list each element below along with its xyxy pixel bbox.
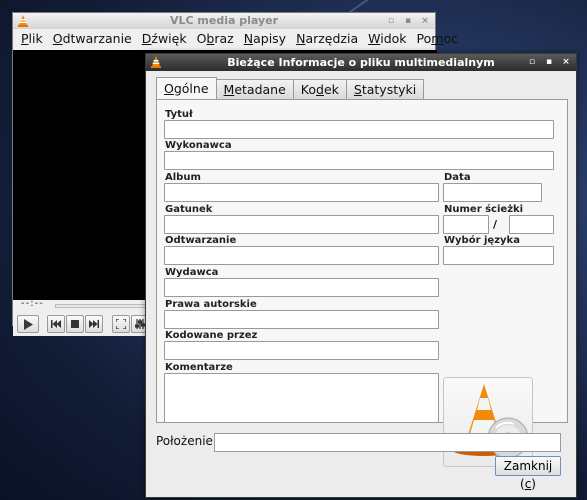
track-separator: / <box>493 218 498 231</box>
language-field[interactable] <box>443 246 554 265</box>
dialog-titlebar[interactable]: Bieżące Informacje o pliku multimedialny… <box>146 54 576 71</box>
main-menubar: Plik Odtwarzanie Dźwięk Obraz Napisy Nar… <box>13 29 458 49</box>
now-playing-label: Odtwarzanie <box>165 235 237 246</box>
menu-plik-mnemonic: P <box>21 31 29 46</box>
menu-obraz-pre: O <box>196 31 207 46</box>
close-button[interactable]: Zamknij (c) <box>495 456 561 491</box>
menu-obraz[interactable]: Obraz <box>192 29 239 49</box>
location-field[interactable] <box>214 433 561 452</box>
tab-codec-rest: ek <box>323 82 339 97</box>
tab-statistics-mnemonic: S <box>353 82 362 97</box>
vlc-cone-icon <box>150 56 162 73</box>
menu-plik-rest: lik <box>28 31 43 46</box>
language-label: Wybór języka <box>444 235 520 246</box>
menu-obraz-rest: raz <box>214 31 234 46</box>
dialog-title: Bieżące Informacje o pliku multimedialny… <box>227 56 495 69</box>
menu-napisy[interactable]: Napisy <box>239 29 291 49</box>
track-total-field[interactable] <box>509 215 554 234</box>
now-playing-field[interactable] <box>164 246 439 265</box>
fullscreen-button[interactable] <box>112 315 130 333</box>
media-info-dialog: Bieżące Informacje o pliku multimedialny… <box>145 53 577 498</box>
menu-narzedzia-rest: arzędzia <box>305 31 359 46</box>
tab-statistics-rest: tatystyki <box>361 82 417 97</box>
copyright-field[interactable] <box>164 310 439 329</box>
publisher-field[interactable] <box>164 278 439 297</box>
previous-button[interactable] <box>47 315 65 333</box>
artist-label: Wykonawca <box>165 140 232 151</box>
track-number-field[interactable] <box>443 215 489 234</box>
close-icon[interactable]: × <box>562 54 570 71</box>
tab-codec[interactable]: Kodek <box>292 79 347 99</box>
menu-pomoc[interactable]: Pomoc <box>412 29 463 49</box>
album-art <box>443 377 533 467</box>
tab-codec-mnemonic: d <box>316 82 324 97</box>
tab-metadata[interactable]: Metadane <box>215 79 294 99</box>
publisher-label: Wydawca <box>165 267 219 278</box>
next-button[interactable] <box>85 315 103 333</box>
next-icon <box>89 320 99 328</box>
close-icon[interactable]: × <box>421 13 429 29</box>
tab-general-rest: gólne <box>173 81 209 96</box>
encoded-by-label: Kodowane przez <box>165 330 258 341</box>
menu-dzwiek[interactable]: Dźwięk <box>137 29 192 49</box>
menu-odtwarzanie-mnemonic: O <box>52 31 63 46</box>
minimize-icon[interactable]: ▪ <box>404 13 412 29</box>
menu-pomoc-rest: oc <box>443 31 458 46</box>
track-number-label: Numer ścieżki <box>444 204 524 215</box>
previous-icon <box>51 320 61 328</box>
stop-icon <box>71 320 79 328</box>
location-label: Położenie: <box>156 434 217 448</box>
menu-napisy-mnemonic: N <box>243 31 254 46</box>
date-field[interactable] <box>443 183 542 202</box>
tab-general-mnemonic: O <box>164 81 174 96</box>
minimize-icon[interactable]: ▪ <box>545 54 553 71</box>
menu-narzedzia[interactable]: Narzędzia <box>291 29 363 49</box>
genre-field[interactable] <box>164 215 439 234</box>
menu-icon[interactable]: ▫ <box>528 54 536 71</box>
menu-widok-mnemonic: W <box>368 31 381 46</box>
dialog-window-controls: ▫ ▪ × <box>528 54 570 71</box>
album-field[interactable] <box>164 183 439 202</box>
stop-button[interactable] <box>66 315 84 333</box>
tab-statistics[interactable]: Statystyki <box>345 79 425 99</box>
tab-metadata-mnemonic: M <box>223 82 235 97</box>
menu-pomoc-pre: Po <box>416 31 432 46</box>
title-field[interactable] <box>164 120 554 139</box>
encoded-by-field[interactable] <box>164 341 439 360</box>
menu-dzwiek-mnemonic: D <box>141 31 152 46</box>
menu-pomoc-mnemonic: m <box>431 31 444 46</box>
tab-general[interactable]: Ogólne <box>156 77 217 99</box>
menu-napisy-rest: apisy <box>253 31 287 46</box>
comments-field[interactable] <box>164 373 439 423</box>
time-display: --:-- <box>21 298 44 309</box>
menu-plik[interactable]: Plik <box>16 29 48 49</box>
general-tab-panel: Tytuł Wykonawca Album Data Gatunek Numer… <box>156 99 568 467</box>
menu-widok[interactable]: Widok <box>363 29 411 49</box>
tab-metadata-rest: etadane <box>234 82 286 97</box>
menu-dzwiek-rest: źwięk <box>151 31 187 46</box>
artist-field[interactable] <box>164 151 554 170</box>
main-titlebar[interactable]: VLC media player ▫ ▪ × <box>13 13 435 29</box>
close-button-post: ) <box>531 477 536 491</box>
comments-label: Komentarze <box>165 362 233 373</box>
copyright-label: Prawa autorskie <box>165 299 257 310</box>
menu-icon[interactable]: ▫ <box>387 13 395 29</box>
play-button[interactable] <box>17 315 39 333</box>
tab-codec-pre: Ko <box>300 82 317 97</box>
main-window-title: VLC media player <box>169 14 279 27</box>
play-icon <box>24 318 33 330</box>
main-window-controls: ▫ ▪ × <box>387 13 429 29</box>
title-label: Tytuł <box>165 109 193 120</box>
menu-odtwarzanie[interactable]: Odtwarzanie <box>48 29 137 49</box>
menu-widok-rest: idok <box>380 31 407 46</box>
vlc-cone-disc-icon <box>452 384 529 459</box>
menu-odtwarzanie-rest: dtwarzanie <box>62 31 132 46</box>
dialog-tabs: Ogólne Metadane Kodek Statystyki <box>156 77 425 99</box>
extended-settings-icon <box>135 319 145 329</box>
fullscreen-icon <box>116 319 126 329</box>
genre-label: Gatunek <box>165 204 213 215</box>
date-label: Data <box>444 172 471 183</box>
vlc-cone-icon <box>17 15 29 32</box>
album-label: Album <box>165 172 201 183</box>
